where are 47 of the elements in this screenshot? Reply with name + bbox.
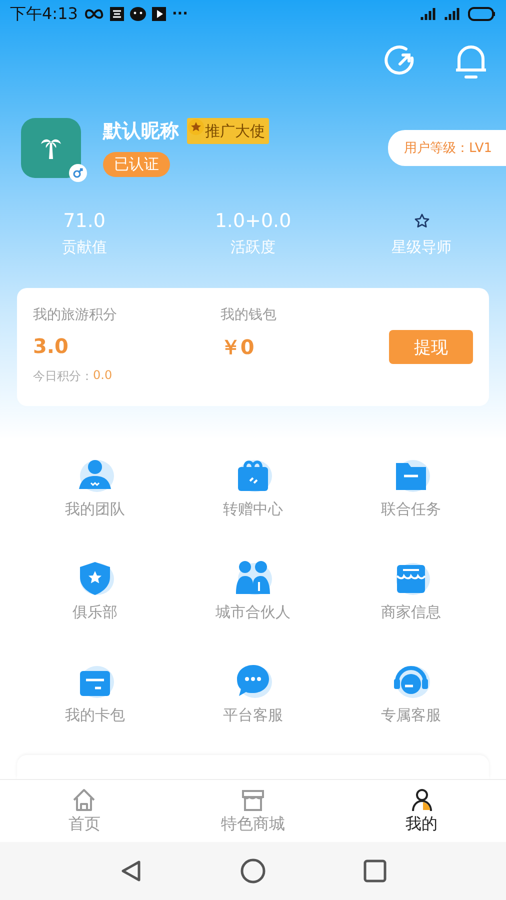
stat-label: 星级导师 — [392, 238, 452, 256]
stat-value: 1.0+0.0 — [214, 210, 292, 232]
nav-tab[interactable]: 首页 — [0, 780, 169, 842]
nickname: 默认昵称 — [103, 119, 179, 144]
today-points-label: 今日积分： — [33, 368, 93, 385]
app-icon — [110, 7, 124, 21]
stat-label: 活跃度 — [230, 238, 276, 256]
star-icon — [414, 212, 430, 228]
menu-label[interactable]: 转赠中心 — [223, 500, 283, 519]
menu-label[interactable]: 城市合伙人 — [216, 603, 290, 622]
menu-label[interactable]: 我的卡包 — [65, 706, 125, 725]
nav-tab[interactable]: 我的 — [337, 780, 506, 842]
nav-tab[interactable]: 特色商城 — [168, 780, 338, 842]
menu-label[interactable]: 俱乐部 — [72, 603, 118, 622]
menu-label[interactable]: 专属客服 — [381, 706, 441, 725]
play-icon — [152, 7, 166, 21]
two-people-icon[interactable] — [233, 559, 273, 597]
shop-icon — [240, 787, 266, 813]
wallet-label: 我的钱包 — [220, 306, 278, 324]
menu-label[interactable]: 商家信息 — [381, 603, 441, 622]
ambassador-badge: 推广大使 — [187, 118, 269, 144]
recents-icon[interactable] — [363, 859, 388, 883]
today-points-value: 0.0 — [93, 368, 112, 384]
back-icon[interactable] — [118, 859, 143, 883]
signal-icon — [444, 7, 462, 21]
home-icon[interactable] — [240, 858, 266, 884]
verified-tag: 已认证 — [103, 152, 170, 177]
user-level-pill[interactable]: 用户等级：LV1 — [388, 130, 506, 166]
points-label: 我的旅游积分 — [33, 306, 118, 324]
menu-label[interactable]: 我的团队 — [65, 500, 125, 519]
status-time: 下午4:13 — [10, 4, 78, 24]
chat-icon — [130, 7, 146, 21]
stat-label: 贡献值 — [62, 238, 107, 256]
more-notifications: ··· — [172, 6, 188, 22]
wallet-value: ￥0 — [220, 334, 256, 361]
withdraw-button[interactable]: 提现 — [389, 330, 473, 364]
infinity-icon — [84, 8, 104, 20]
avatar[interactable] — [21, 118, 81, 178]
bell-icon[interactable] — [454, 44, 488, 80]
signal-icon — [420, 7, 438, 21]
stat-value: 71.0 — [63, 210, 106, 232]
menu-label[interactable]: 平台客服 — [223, 706, 283, 725]
points-value: 3.0 — [33, 334, 70, 358]
battery-icon — [468, 7, 496, 21]
menu-label[interactable]: 联合任务 — [381, 500, 441, 519]
male-icon — [69, 164, 87, 182]
house-icon — [71, 787, 98, 813]
